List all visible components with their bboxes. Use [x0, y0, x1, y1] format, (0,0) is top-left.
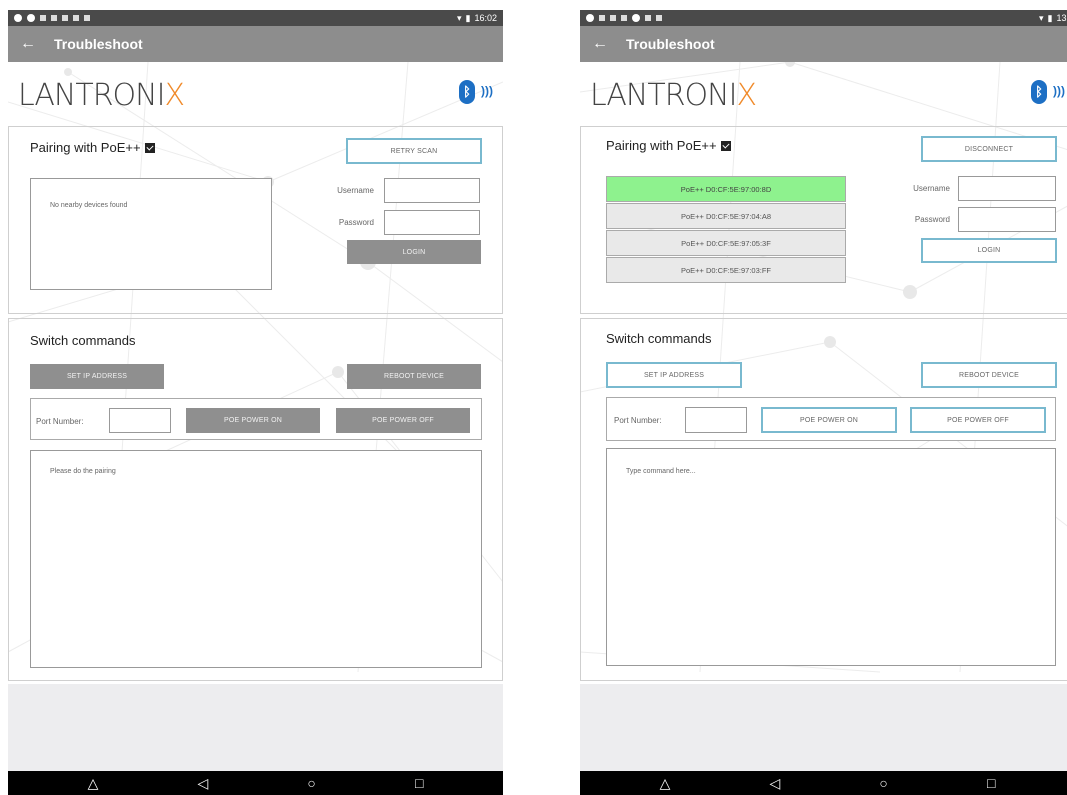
retry-scan-button[interactable]: RETRY SCAN [346, 138, 482, 164]
port-number-label: Port Number: [614, 416, 662, 425]
password-label: Password [914, 215, 950, 224]
switch-commands-title: Switch commands [30, 333, 136, 348]
device-list-item[interactable]: PoE++ D0:CF:5E:97:05:3F [606, 230, 846, 256]
port-number-field[interactable] [685, 407, 747, 433]
back-arrow-icon[interactable]: ← [592, 35, 608, 53]
battery-icon: ▮ [1047, 12, 1053, 23]
circle-home-icon[interactable]: ○ [307, 776, 315, 790]
app-bar: ← Troubleshoot [580, 26, 1067, 62]
username-label: Username [913, 184, 950, 193]
reboot-device-button[interactable]: REBOOT DEVICE [347, 364, 481, 389]
no-devices-message: No nearby devices found [50, 202, 128, 209]
screen-paired: ▾ ▮ 13: ← Troubleshoot LANTRONIX ᛒ ))) P… [580, 10, 1067, 795]
console-placeholder: Type command here... [626, 468, 696, 475]
wifi-icon: ▾ [456, 12, 462, 23]
command-console[interactable] [30, 450, 482, 668]
bluetooth-icon: ᛒ [459, 80, 475, 104]
password-field[interactable] [384, 210, 480, 235]
status-bar: ▾ ▮ 16:02 [8, 10, 503, 26]
status-time: 16:02 [474, 13, 497, 23]
username-field[interactable] [384, 178, 480, 203]
home-icon[interactable]: △ [660, 776, 671, 790]
back-icon[interactable]: ◁ [769, 776, 780, 790]
status-bar: ▾ ▮ 13: [580, 10, 1067, 26]
device-list [30, 178, 272, 290]
set-ip-address-button[interactable]: SET IP ADDRESS [30, 364, 164, 389]
bluetooth-icon: ᛒ [1031, 80, 1047, 104]
reboot-device-button[interactable]: REBOOT DEVICE [921, 362, 1057, 388]
bluetooth-signal-icon: ))) [481, 84, 493, 98]
screen-not-paired: ▾ ▮ 16:02 ← Troubleshoot LANTRONIX ᛒ )))… [8, 10, 503, 795]
username-label: Username [337, 186, 374, 195]
poe-power-on-button[interactable]: POE POWER ON [186, 408, 320, 433]
notification-icons [14, 14, 90, 22]
poe-power-on-button[interactable]: POE POWER ON [761, 407, 897, 433]
recents-icon[interactable]: □ [987, 776, 995, 790]
back-arrow-icon[interactable]: ← [20, 35, 36, 53]
switch-commands-title: Switch commands [606, 331, 712, 346]
poe-power-off-button[interactable]: POE POWER OFF [910, 407, 1046, 433]
checkbox-checked-icon[interactable] [144, 143, 155, 153]
device-list-item[interactable]: PoE++ D0:CF:5E:97:03:FF [606, 257, 846, 283]
lantronix-logo: LANTRONIX [18, 78, 185, 113]
status-time: 13: [1056, 13, 1067, 23]
battery-icon: ▮ [465, 12, 471, 23]
circle-home-icon[interactable]: ○ [879, 776, 887, 790]
disconnect-button[interactable]: DISCONNECT [921, 136, 1057, 162]
lantronix-logo: LANTRONIX [590, 78, 757, 113]
command-console[interactable] [606, 448, 1056, 666]
bluetooth-signal-icon: ))) [1053, 84, 1065, 98]
port-number-label: Port Number: [36, 417, 84, 426]
username-field[interactable] [958, 176, 1056, 201]
port-number-field[interactable] [109, 408, 171, 433]
login-button[interactable]: LOGIN [347, 240, 481, 264]
set-ip-address-button[interactable]: SET IP ADDRESS [606, 362, 742, 388]
bottom-area [580, 684, 1067, 771]
app-bar: ← Troubleshoot [8, 26, 503, 62]
page-title: Troubleshoot [54, 36, 143, 52]
bottom-area [8, 684, 503, 771]
back-icon[interactable]: ◁ [197, 776, 208, 790]
wifi-icon: ▾ [1039, 12, 1044, 23]
console-message: Please do the pairing [50, 468, 116, 475]
checkbox-checked-icon[interactable] [720, 141, 731, 151]
pairing-title: Pairing with PoE++ [30, 140, 155, 155]
home-icon[interactable]: △ [88, 776, 99, 790]
password-label: Password [338, 218, 374, 227]
page-title: Troubleshoot [626, 36, 715, 52]
recents-icon[interactable]: □ [415, 776, 423, 790]
navigation-bar: △ ◁ ○ □ [8, 771, 503, 795]
password-field[interactable] [958, 207, 1056, 232]
device-list-item[interactable]: PoE++ D0:CF:5E:97:04:A8 [606, 203, 846, 229]
poe-power-off-button[interactable]: POE POWER OFF [336, 408, 470, 433]
login-button[interactable]: LOGIN [921, 238, 1057, 263]
notification-icons [586, 14, 662, 22]
device-list-item[interactable]: PoE++ D0:CF:5E:97:00:8D [606, 176, 846, 202]
pairing-title: Pairing with PoE++ [606, 138, 731, 153]
navigation-bar: △ ◁ ○ □ [580, 771, 1067, 795]
